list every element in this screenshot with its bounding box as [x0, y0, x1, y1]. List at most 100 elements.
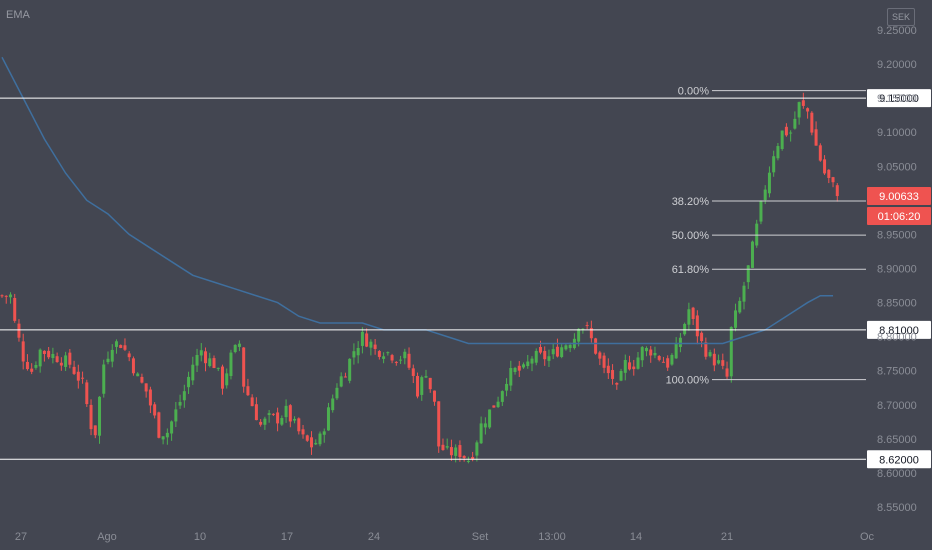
candle-up	[352, 351, 356, 358]
candle-down	[432, 390, 436, 402]
candle-up	[653, 352, 657, 356]
candle-down	[30, 368, 34, 372]
candle-up	[339, 376, 343, 387]
candle-down	[437, 401, 441, 447]
candle-down	[123, 345, 127, 350]
candle-down	[784, 126, 788, 136]
candle-up	[216, 367, 220, 369]
candle-down	[704, 342, 708, 357]
candle-up	[8, 294, 12, 298]
candle-down	[157, 412, 161, 438]
candle-down	[148, 389, 152, 406]
candle-down	[428, 377, 432, 390]
candle-up	[530, 358, 534, 364]
candle-down	[76, 371, 80, 381]
candle-up	[488, 409, 492, 428]
candle-up	[267, 413, 271, 415]
candle-down	[810, 112, 814, 133]
candle-up	[738, 300, 742, 313]
candle-up	[174, 409, 178, 422]
candle-up	[683, 323, 687, 335]
candle-down	[712, 353, 716, 366]
candle-up	[568, 344, 572, 349]
currency-badge: SEK	[887, 8, 915, 26]
candle-up	[335, 387, 339, 399]
candle-down	[394, 361, 398, 363]
candle-up	[382, 356, 386, 359]
x-tick-label: Set	[472, 531, 489, 543]
candle-down	[602, 355, 606, 368]
candle-down	[814, 129, 818, 146]
candle-up	[322, 431, 326, 435]
candle-up	[780, 130, 784, 149]
candle-up	[182, 391, 186, 401]
candle-down	[220, 366, 224, 389]
candle-up	[51, 353, 55, 359]
y-tick-label: 9.20000	[877, 59, 917, 71]
candle-up	[360, 331, 364, 346]
candle-down	[254, 404, 258, 421]
candle-up	[577, 328, 581, 342]
candle-down	[598, 352, 602, 359]
candle-down	[725, 368, 729, 377]
candle-up	[326, 407, 330, 431]
x-tick-label: 17	[281, 531, 293, 543]
candle-up	[136, 373, 140, 377]
candle-down	[59, 362, 63, 366]
candle-up	[98, 396, 102, 436]
candle-up	[763, 189, 767, 201]
candle-up	[483, 423, 487, 428]
candle-up	[623, 360, 627, 373]
candle-down	[661, 361, 665, 363]
candle-up	[526, 361, 530, 367]
fib-level-label: 0.00%	[678, 86, 709, 98]
candle-down	[462, 455, 466, 459]
candle-up	[564, 345, 568, 350]
x-tick-label: Oc	[860, 531, 875, 543]
candle-down	[835, 185, 839, 197]
candle-down	[585, 325, 589, 327]
candle-down	[81, 377, 85, 379]
candle-down	[615, 382, 619, 385]
x-tick-label: Ago	[97, 531, 117, 543]
candle-down	[276, 412, 280, 424]
candle-down	[42, 350, 46, 354]
candle-down	[343, 376, 347, 378]
candle-down	[407, 353, 411, 368]
candle-up	[165, 432, 169, 438]
candle-down	[288, 405, 292, 422]
candle-up	[496, 401, 500, 408]
candle-down	[250, 397, 254, 407]
indicator-legend-ema[interactable]: EMA	[6, 9, 30, 21]
candle-down	[242, 347, 246, 387]
candle-up	[479, 423, 483, 444]
candle-down	[517, 365, 521, 371]
candle-up	[500, 391, 504, 402]
candle-down	[25, 361, 29, 370]
candle-up	[369, 341, 373, 348]
candle-down	[297, 418, 301, 432]
fib-level-label: 100.00%	[666, 375, 710, 387]
candle-down	[204, 351, 208, 364]
candle-down	[140, 376, 144, 383]
candle-down	[13, 298, 17, 321]
candle-down	[85, 382, 89, 405]
candle-down	[657, 356, 661, 360]
candle-up	[356, 347, 360, 356]
candle-up	[717, 360, 721, 364]
candle-up	[208, 358, 212, 367]
candle-down	[72, 366, 76, 374]
candle-up	[229, 352, 233, 376]
candle-down	[47, 350, 51, 358]
y-tick-label: 8.60000	[877, 468, 917, 480]
candle-up	[742, 285, 746, 302]
candle-up	[331, 398, 335, 411]
y-tick-label: 8.70000	[877, 400, 917, 412]
candle-up	[636, 357, 640, 369]
price-chart[interactable]: 9.150008.810008.62000 0.00% 38.20% 50.00% 6…	[0, 0, 932, 550]
candle-down	[700, 332, 704, 342]
candle-down	[17, 323, 21, 338]
fib-level-label: 61.80%	[672, 264, 710, 276]
candle-up	[640, 347, 644, 361]
candle-up	[674, 343, 678, 359]
